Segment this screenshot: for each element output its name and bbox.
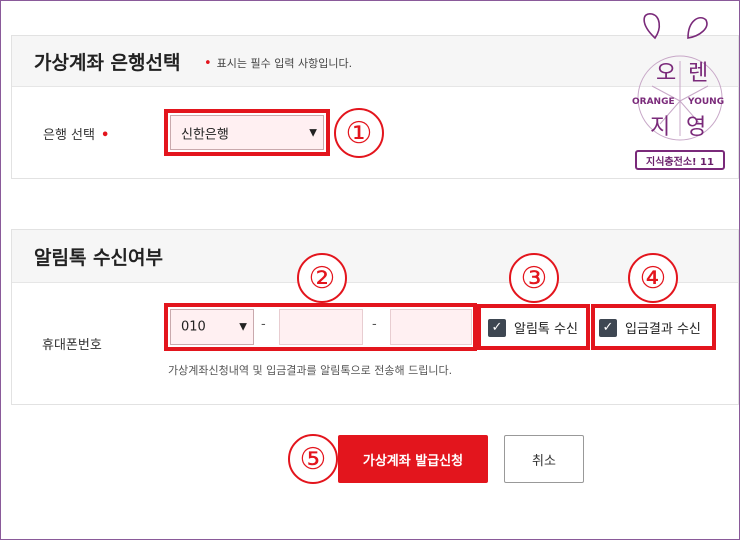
checkmark-icon: ✓ <box>488 318 506 337</box>
bank-select-label: 은행 선택 • <box>43 124 109 143</box>
annotation-5: ⑤ <box>288 434 338 484</box>
help-text: 가상계좌신청내역 및 입금결과를 알림톡으로 전송해 드립니다. <box>168 364 453 377</box>
bank-section-title: 가상계좌 은행선택 <box>34 52 181 74</box>
annotation-1: ① <box>334 108 384 158</box>
phone-separator: - <box>261 317 266 332</box>
chevron-down-icon: ▼ <box>239 321 247 333</box>
required-star: • <box>100 128 110 143</box>
deposit-result-checkbox[interactable]: ✓ 입금결과 수신 <box>599 318 701 337</box>
phone-separator: - <box>372 317 377 332</box>
annotation-2: ② <box>297 253 347 303</box>
required-note: • 표시는 필수 입력 사항입니다. <box>204 55 352 71</box>
logo-subtitle: 지식충전소! 11 <box>635 150 725 170</box>
bank-select-value: 신한은행 <box>181 127 229 142</box>
leaf-icon <box>643 13 661 40</box>
logo-char-4: 영 <box>686 115 706 140</box>
leaf-icon <box>687 16 708 39</box>
logo-char-3: 지 <box>650 115 670 140</box>
logo-char-2: 렌 <box>688 61 708 86</box>
bank-select[interactable]: 신한은행 ▼ <box>170 115 324 150</box>
phone-label: 휴대폰번호 <box>42 338 102 353</box>
logo-char-1: 오 <box>656 61 676 86</box>
required-dot: • <box>204 56 212 71</box>
phone-last-input[interactable] <box>390 309 472 345</box>
logo-en-2: YOUNG <box>687 97 724 107</box>
logo-en-1: ORANGE <box>632 97 675 107</box>
deposit-result-checkbox-label: 입금결과 수신 <box>625 322 701 337</box>
cancel-button[interactable]: 취소 <box>504 435 584 483</box>
alimtalk-checkbox-label: 알림톡 수신 <box>514 322 578 337</box>
annotation-3: ③ <box>509 253 559 303</box>
phone-prefix-value: 010 <box>181 319 206 335</box>
bank-select-label-text: 은행 선택 <box>43 128 95 143</box>
annotation-4: ④ <box>628 253 678 303</box>
phone-prefix-select[interactable]: 010 ▼ <box>170 309 254 345</box>
phone-middle-input[interactable] <box>279 309 363 345</box>
chevron-down-icon: ▼ <box>309 127 317 138</box>
issue-virtual-account-button[interactable]: 가상계좌 발급신청 <box>338 435 488 483</box>
alert-section-title: 알림톡 수신여부 <box>34 247 163 269</box>
required-note-text: 표시는 필수 입력 사항입니다. <box>216 57 353 70</box>
checkmark-icon: ✓ <box>599 318 617 337</box>
alimtalk-checkbox[interactable]: ✓ 알림톡 수신 <box>488 318 578 337</box>
